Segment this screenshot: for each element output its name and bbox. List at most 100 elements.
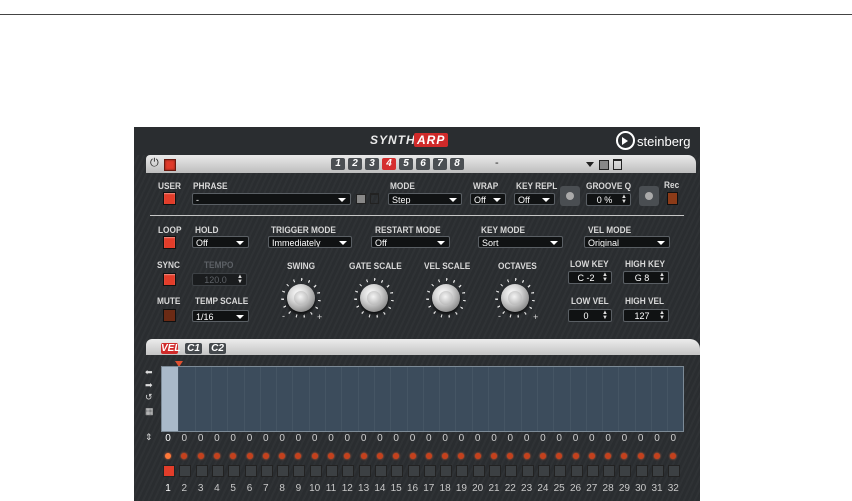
step-toggle-button[interactable] — [537, 465, 550, 477]
high-key-field[interactable]: G 8 ▲ ▼ — [623, 271, 669, 284]
step-toggle-button[interactable] — [652, 465, 664, 477]
groove-q-field[interactable]: 0 % ▲ ▼ — [586, 193, 631, 206]
step-number: 27 — [586, 483, 598, 494]
step-value: 0 — [605, 433, 611, 444]
step-toggle-button[interactable] — [244, 465, 257, 477]
velocity-step-grid[interactable] — [161, 366, 684, 432]
variation-button-5[interactable]: 5 — [399, 158, 413, 170]
mode-select[interactable]: Step — [388, 193, 462, 205]
step-toggle-button[interactable] — [309, 465, 322, 477]
step-1-bar[interactable] — [162, 367, 178, 431]
low-vel-field[interactable]: 0 ▲ ▼ — [568, 309, 612, 322]
step-toggle-button[interactable] — [277, 465, 290, 477]
preset-name[interactable]: - — [495, 157, 499, 169]
step-toggle-button[interactable] — [163, 465, 175, 477]
shift-right-icon[interactable]: ➡ — [145, 380, 153, 391]
step-toggle-button[interactable] — [619, 465, 632, 477]
phrase-trash-icon[interactable] — [370, 193, 379, 204]
step-toggle-button[interactable] — [358, 465, 371, 477]
save-icon[interactable] — [599, 160, 609, 170]
key-repl-select[interactable]: Off — [514, 193, 555, 205]
step-toggle-button[interactable] — [554, 465, 567, 477]
step-value: 0 — [393, 433, 399, 444]
sync-button[interactable] — [163, 273, 176, 286]
power-icon[interactable]: ⏻ — [150, 157, 159, 170]
step-toggle-button[interactable] — [391, 465, 404, 477]
user-button[interactable] — [163, 192, 176, 205]
high-vel-field[interactable]: 127 ▲ ▼ — [623, 309, 669, 322]
step-toggle-button[interactable] — [456, 465, 469, 477]
variation-button-6[interactable]: 6 — [416, 158, 430, 170]
step-number: 5 — [230, 483, 236, 494]
step-value: 0 — [442, 433, 448, 444]
step-toggle-button[interactable] — [423, 465, 436, 477]
synth-tab[interactable]: SYNTH — [370, 133, 416, 147]
step-toggle-button[interactable] — [603, 465, 616, 477]
tab-c2[interactable]: C2 — [209, 343, 226, 354]
step-toggle-button[interactable] — [326, 465, 338, 477]
tab-vel[interactable]: VEL — [161, 343, 180, 354]
step-toggle-button[interactable] — [635, 465, 648, 477]
step-toggle-button[interactable] — [440, 465, 453, 477]
step-toggle-button[interactable] — [195, 465, 208, 477]
step-toggle-button[interactable] — [374, 465, 387, 477]
variation-button-2[interactable]: 2 — [348, 158, 362, 170]
step-value: 0 — [295, 433, 302, 444]
arp-tab[interactable]: ARP — [414, 133, 449, 147]
drag-groove-icon[interactable] — [639, 186, 659, 206]
wrap-select[interactable]: Off — [470, 193, 506, 205]
vel-scale-knob[interactable] — [432, 284, 460, 312]
step-toggle-button[interactable] — [407, 465, 420, 477]
step-toggle-button[interactable] — [179, 465, 192, 477]
step-length-icon[interactable]: ⇕ — [145, 432, 153, 443]
octaves-knob[interactable] — [501, 284, 529, 312]
rec-button[interactable] — [667, 192, 678, 205]
tempo-label: TEMPO — [204, 260, 234, 270]
variation-button-1[interactable]: 1 — [331, 158, 345, 170]
step-toggle-button[interactable] — [260, 465, 273, 477]
step-toggle-button[interactable] — [570, 465, 583, 477]
step-toggle-button[interactable] — [489, 465, 501, 477]
step-toggle-button[interactable] — [668, 465, 681, 477]
step-toggle-button[interactable] — [521, 465, 534, 477]
step-toggle-button[interactable] — [586, 465, 599, 477]
mute-button[interactable] — [163, 309, 176, 322]
drag-phrase-icon[interactable] — [560, 186, 580, 206]
step-led — [523, 453, 530, 459]
top-divider-line — [0, 14, 852, 15]
restart-mode-select[interactable]: Off — [371, 236, 450, 248]
key-mode-select[interactable]: Sort — [478, 236, 563, 248]
hold-select[interactable]: Off — [192, 236, 249, 248]
duplicate-icon[interactable]: ▦ — [145, 406, 154, 417]
variation-button-7[interactable]: 7 — [433, 158, 447, 170]
variation-button-4[interactable]: 4 — [382, 158, 396, 170]
tempo-field[interactable]: 120.0 ▲ ▼ — [192, 273, 247, 286]
step-toggle-button[interactable] — [505, 465, 518, 477]
step-toggle-button[interactable] — [228, 465, 241, 477]
step-led — [572, 453, 579, 459]
temp-scale-select[interactable]: 1/16 — [192, 310, 249, 322]
step-value: 0 — [523, 433, 530, 444]
reverse-icon[interactable]: ↺ — [145, 392, 153, 403]
trash-icon[interactable] — [613, 159, 622, 170]
loop-button[interactable] — [163, 236, 176, 249]
preset-dropdown-icon[interactable] — [586, 162, 594, 167]
variation-button-3[interactable]: 3 — [365, 158, 379, 170]
vel-mode-select[interactable]: Original — [584, 236, 670, 248]
gate-scale-knob[interactable] — [360, 284, 388, 312]
step-toggle-button[interactable] — [342, 465, 355, 477]
step-toggle-button[interactable] — [472, 465, 485, 477]
variation-button-8[interactable]: 8 — [450, 158, 464, 170]
shift-left-icon[interactable]: ⬅ — [145, 367, 153, 378]
phrase-save-icon[interactable] — [356, 194, 366, 204]
arp-on-button[interactable] — [164, 159, 176, 171]
step-number: 2 — [181, 483, 188, 494]
user-label: USER — [158, 181, 182, 191]
step-toggle-button[interactable] — [293, 465, 306, 477]
swing-knob[interactable] — [287, 284, 315, 312]
tab-c1[interactable]: C1 — [185, 343, 202, 354]
step-toggle-button[interactable] — [211, 465, 224, 477]
low-key-field[interactable]: C -2 ▲ ▼ — [568, 271, 612, 284]
phrase-select[interactable]: - — [192, 193, 351, 205]
trigger-mode-select[interactable]: Immediately — [268, 236, 352, 248]
